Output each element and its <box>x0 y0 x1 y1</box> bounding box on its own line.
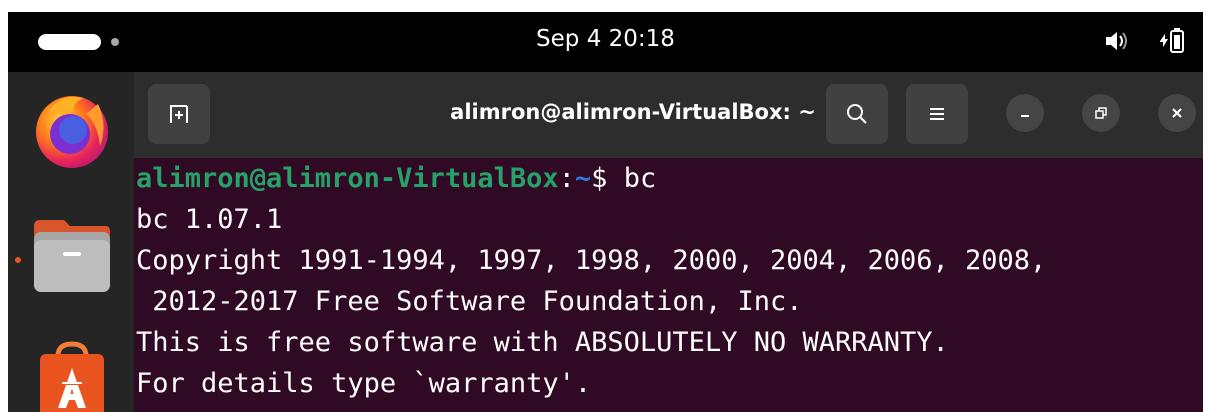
terminal-headerbar[interactable]: alimron@alimron-VirtualBox: ~ <box>134 72 1203 158</box>
prompt-line: alimron@alimron-VirtualBox:~$ bc <box>136 158 1203 199</box>
menu-button[interactable] <box>906 84 968 144</box>
prompt-separator: : <box>558 163 575 194</box>
running-indicator <box>15 257 21 263</box>
volume-icon[interactable] <box>1101 26 1131 56</box>
system-tray[interactable] <box>1101 26 1187 56</box>
firefox-icon <box>36 96 108 168</box>
terminal-window[interactable]: alimron@alimron-VirtualBox: ~ alimron@al… <box>134 72 1203 412</box>
minimize-button[interactable] <box>1006 94 1044 132</box>
output-line: 2012-2017 Free Software Foundation, Inc. <box>136 286 803 317</box>
close-button[interactable] <box>1158 94 1196 132</box>
output-line: This is free software with ABSOLUTELY NO… <box>136 327 949 358</box>
prompt-user-host: alimron@alimron-VirtualBox <box>136 163 559 194</box>
restore-icon <box>1095 107 1107 119</box>
output-line: Copyright 1991-1994, 1997, 1998, 2000, 2… <box>136 245 1047 276</box>
battery-icon[interactable] <box>1157 26 1187 56</box>
close-icon <box>1172 108 1182 118</box>
output-line: bc 1.07.1 <box>136 204 283 235</box>
desktop-screen: Sep 4 20:18 alimron@alimron-VirtualBox: … <box>0 0 1209 412</box>
search-button[interactable] <box>826 84 888 144</box>
minimize-icon <box>1021 115 1029 117</box>
top-panel: Sep 4 20:18 <box>8 12 1203 72</box>
dock-item-app-center[interactable] <box>28 334 116 412</box>
app-center-icon <box>40 341 104 412</box>
dock <box>8 72 134 412</box>
terminal-content[interactable]: alimron@alimron-VirtualBox:~$ bc bc 1.07… <box>134 158 1203 412</box>
restore-button[interactable] <box>1082 94 1120 132</box>
dock-item-firefox[interactable] <box>28 84 116 172</box>
command-text: bc <box>623 163 657 194</box>
prompt-symbol: $ <box>591 163 624 194</box>
search-icon <box>847 104 867 124</box>
files-icon <box>34 220 110 292</box>
menu-icon <box>930 108 944 120</box>
dock-item-files[interactable] <box>28 210 116 298</box>
clock[interactable]: Sep 4 20:18 <box>8 26 1203 52</box>
prompt-path: ~ <box>574 163 592 194</box>
output-line: For details type `warranty'. <box>136 368 592 399</box>
